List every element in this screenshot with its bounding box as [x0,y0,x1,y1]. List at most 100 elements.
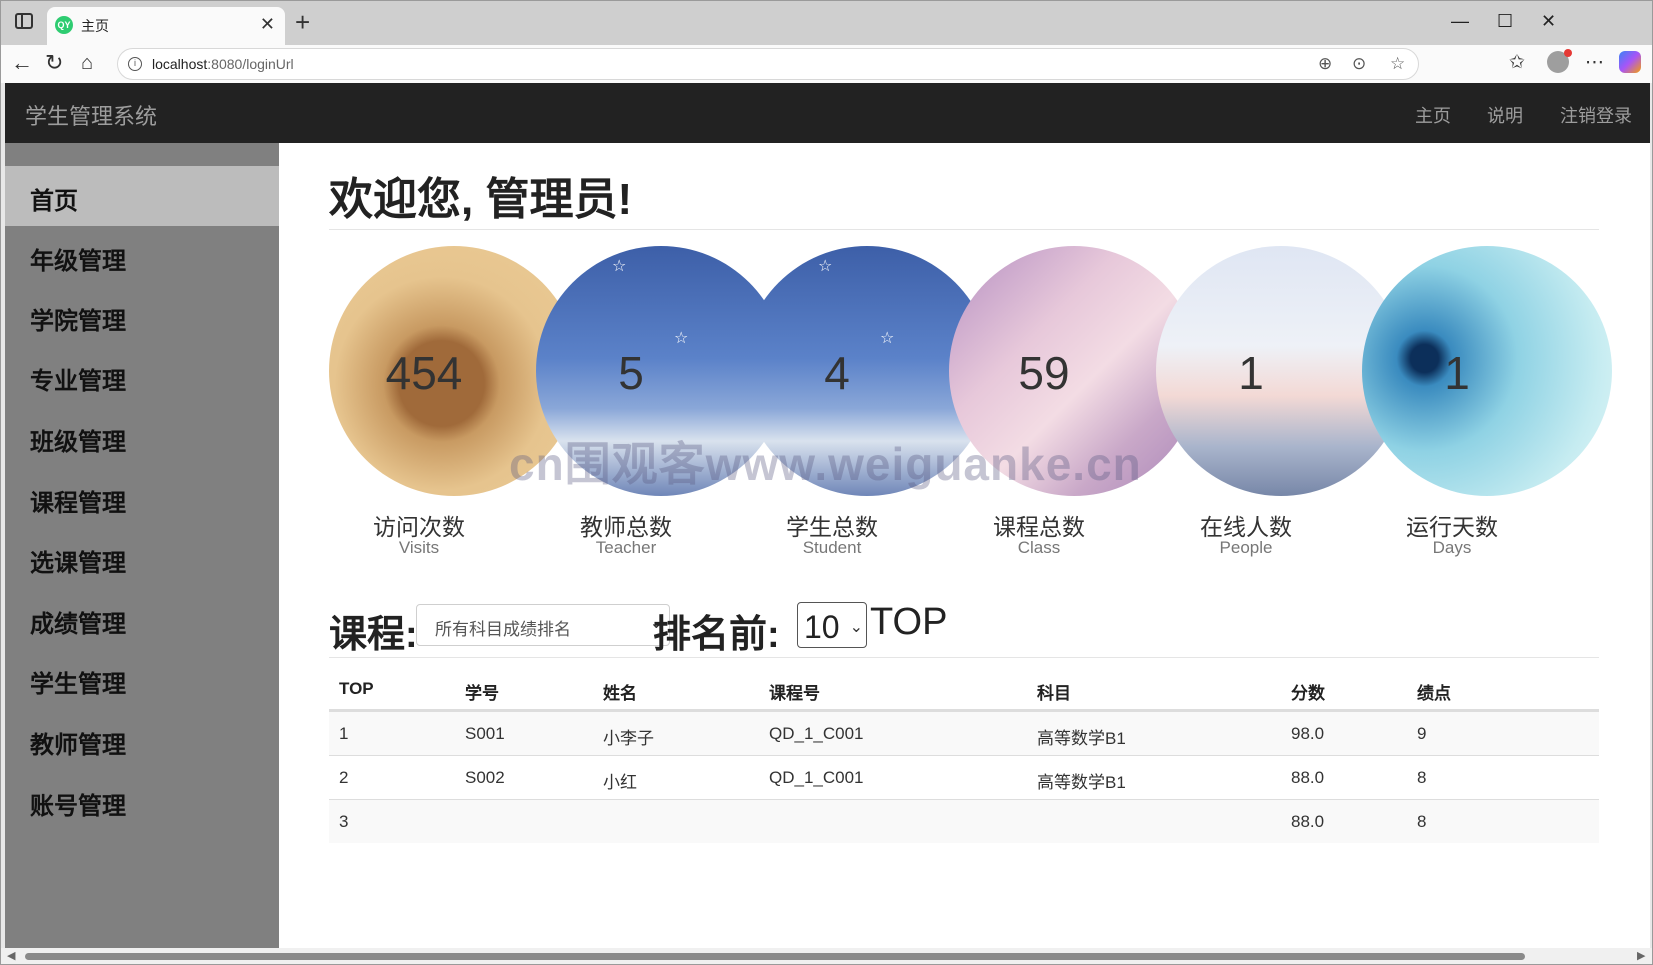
browser-tab[interactable]: QY 主页 ✕ [47,7,285,45]
tab-title: 主页 [81,18,109,34]
cell-subject: 高等数学B1 [1037,773,1126,792]
cell-gpa: 8 [1417,768,1427,787]
stat-value: 454 [385,347,463,399]
stat-label: 在线人数 [1200,514,1292,540]
tab-close-icon[interactable]: ✕ [260,14,275,34]
sidebar-item-label: 班级管理 [30,429,126,456]
new-tab-icon[interactable]: + [295,9,310,35]
cell-gpa: 8 [1417,812,1427,831]
brand-title[interactable]: 学生管理系统 [25,99,157,131]
course-select-value: 所有科目成绩排名 [435,620,571,639]
sidebar-item-label: 账号管理 [30,793,126,820]
sidebar-item-class[interactable]: 班级管理 [5,407,279,467]
cell-rank: 1 [339,724,349,743]
column-header: 学号 [465,684,499,703]
ranking-table: TOP 学号 姓名 课程号 科目 分数 绩点 1 S001 小李子 QD_1_C… [329,665,1599,843]
cell-score: 88.0 [1291,768,1325,787]
sidebar-item-label: 选课管理 [30,550,126,577]
star-icon: ☆ [880,330,895,347]
stat-label: 访问次数 [373,514,465,540]
stat-value: 59 [1018,347,1070,399]
cell-score: 88.0 [1291,812,1325,831]
table-row: 2 S002 小红 QD_1_C001 高等数学B1 88.0 8 [329,755,1599,799]
home-icon[interactable]: ⌂ [81,49,93,77]
more-menu-icon[interactable]: ⋯ [1585,51,1604,75]
favicon-icon: QY [55,16,73,34]
scroll-left-icon[interactable]: ◀ [7,949,15,962]
zoom-icon[interactable]: ⊕ [1318,53,1332,75]
stat-label: 教师总数 [580,514,672,540]
sidebar-item-college[interactable]: 学院管理 [5,286,279,346]
reload-icon[interactable]: ↻ [45,49,63,77]
cell-name: 小红 [603,773,637,792]
sidebar-item-major[interactable]: 专业管理 [5,346,279,406]
chevron-down-icon: ⌄ [849,619,863,636]
copilot-icon[interactable] [1619,51,1641,73]
back-icon[interactable]: ← [11,49,33,77]
sidebar-item-label: 年级管理 [30,248,126,275]
sidebar-item-grade[interactable]: 年级管理 [5,226,279,286]
stat-value: 5 [618,347,644,399]
sidebar-item-label: 课程管理 [30,490,126,517]
tab-actions-icon[interactable] [15,13,33,29]
address-bar[interactable]: i localhost:8080/loginUrl ⊕ ⊙ ☆ [117,48,1419,80]
rank-label: 排名前: [653,614,780,656]
sidebar-item-label: 学生管理 [30,671,126,698]
scroll-right-icon[interactable]: ▶ [1637,949,1645,962]
profile-avatar[interactable] [1547,49,1572,73]
top-suffix: TOP [870,601,948,643]
table-row: 1 S001 小李子 QD_1_C001 高等数学B1 98.0 9 [329,711,1599,755]
column-header: 课程号 [769,684,820,703]
sidebar-item-course[interactable]: 课程管理 [5,468,279,528]
top-n-select[interactable]: 10 ⌄ [797,602,867,648]
sidebar-item-home[interactable]: 首页 [5,166,279,226]
nav-link-home[interactable]: 主页 [1415,102,1451,128]
site-info-icon[interactable]: i [128,57,142,71]
sidebar-item-student[interactable]: 学生管理 [5,649,279,709]
horizontal-scrollbar[interactable]: ◀ ▶ [1,948,1652,964]
nav-link-logout[interactable]: 注销登录 [1560,102,1632,128]
sidebar-item-course-selection[interactable]: 选课管理 [5,528,279,588]
sidebar-item-score[interactable]: 成绩管理 [5,589,279,649]
course-label: 课程: [329,614,418,656]
sidebar: 首页 年级管理 学院管理 专业管理 班级管理 课程管理 选课管理 成绩管理 学生… [5,143,279,948]
stat-value: 1 [1444,347,1470,399]
nav-link-help[interactable]: 说明 [1487,102,1523,128]
cell-rank: 2 [339,768,349,787]
divider [329,229,1599,230]
minimize-icon[interactable]: — [1451,11,1469,32]
tab-bar: QY 主页 ✕ + — ☐ ✕ [1,1,1652,45]
column-header: 绩点 [1417,684,1451,703]
sidebar-item-teacher[interactable]: 教师管理 [5,710,279,770]
reader-icon[interactable]: ⊙ [1352,53,1366,75]
table-row: 3 88.0 8 [329,799,1599,843]
column-header: 分数 [1291,684,1325,703]
stat-label: 课程总数 [993,514,1085,540]
sidebar-item-label: 教师管理 [30,732,126,759]
favorites-icon[interactable]: ✩ [1509,51,1525,75]
column-header: TOP [339,679,374,698]
page-title: 欢迎您, 管理员! [329,175,633,224]
cell-student-id: S001 [465,724,505,743]
cell-course-id: QD_1_C001 [769,768,864,787]
top-navbar: 学生管理系统 主页 说明 注销登录 [5,83,1650,143]
cell-rank: 3 [339,812,349,831]
sidebar-item-label: 成绩管理 [30,611,126,638]
sidebar-item-label: 专业管理 [30,368,126,395]
cell-subject: 高等数学B1 [1037,729,1126,748]
scrollbar-thumb[interactable] [25,953,1525,960]
column-header: 科目 [1037,684,1071,703]
favorite-star-icon[interactable]: ☆ [1390,53,1405,75]
divider [329,657,1599,658]
page-viewport: 学生管理系统 主页 说明 注销登录 首页 年级管理 学院管理 专业管理 班级管理… [5,83,1650,948]
column-header: 姓名 [603,684,637,703]
maximize-icon[interactable]: ☐ [1497,11,1513,32]
course-select[interactable]: 所有科目成绩排名 ⌄ [416,604,670,646]
window-close-icon[interactable]: ✕ [1541,11,1556,32]
stat-sublabel: Class [1017,538,1061,557]
watermark: cn围观客www.weiguanke.cn [509,438,1142,490]
sidebar-item-account[interactable]: 账号管理 [5,771,279,831]
sidebar-item-label: 首页 [30,188,78,215]
browser-toolbar: ← ↻ ⌂ i localhost:8080/loginUrl ⊕ ⊙ ☆ ✩ … [1,45,1652,83]
stat-value: 4 [824,347,850,399]
